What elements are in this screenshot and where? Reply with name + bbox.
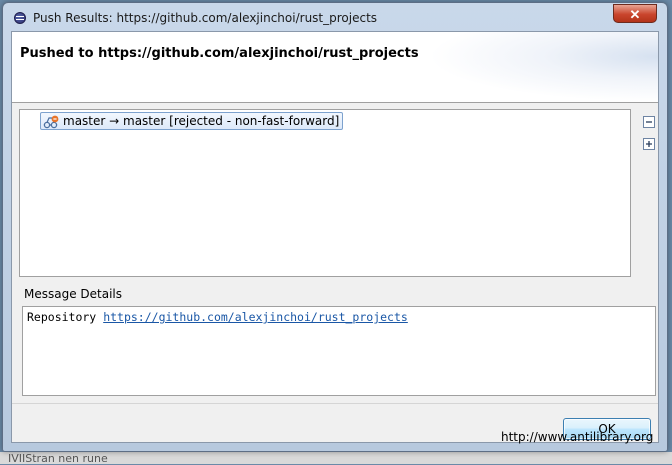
dialog-body: Pushed to https://github.com/alexjinchoi… <box>11 31 659 443</box>
repository-prefix: Repository <box>27 310 97 324</box>
tree-item-label: master → master [rejected - non-fast-for… <box>63 114 340 128</box>
results-tree[interactable]: master → master [rejected - non-fast-for… <box>19 109 631 277</box>
expand-all-button[interactable] <box>643 138 655 150</box>
close-button[interactable]: ✕ <box>613 4 657 23</box>
title-bar[interactable]: Push Results: https://github.com/alexjin… <box>3 3 667 33</box>
message-details-label: Message Details <box>24 287 123 301</box>
push-results-dialog: Push Results: https://github.com/alexjin… <box>2 2 668 452</box>
message-details-box[interactable]: Repository https://github.com/alexjincho… <box>22 306 656 396</box>
collapse-all-button[interactable] <box>643 116 655 128</box>
watermark-text: http://www.antilibrary.org <box>501 430 654 444</box>
eclipse-icon <box>14 12 26 24</box>
header-area: Pushed to https://github.com/alexjinchoi… <box>12 32 658 103</box>
button-bar-separator <box>12 403 658 404</box>
window-title: Push Results: https://github.com/alexjin… <box>33 11 378 25</box>
tree-item-master[interactable]: master → master [rejected - non-fast-for… <box>40 112 344 130</box>
collapse-all-icon <box>646 121 652 123</box>
expand-all-icon <box>646 141 652 147</box>
header-decoration <box>428 32 658 102</box>
background-window-text: IVIIStran nen rune <box>8 452 108 465</box>
header-title: Pushed to https://github.com/alexjinchoi… <box>20 46 419 61</box>
repository-link[interactable]: https://github.com/alexjinchoi/rust_proj… <box>103 310 408 324</box>
rejected-push-icon <box>43 114 59 129</box>
